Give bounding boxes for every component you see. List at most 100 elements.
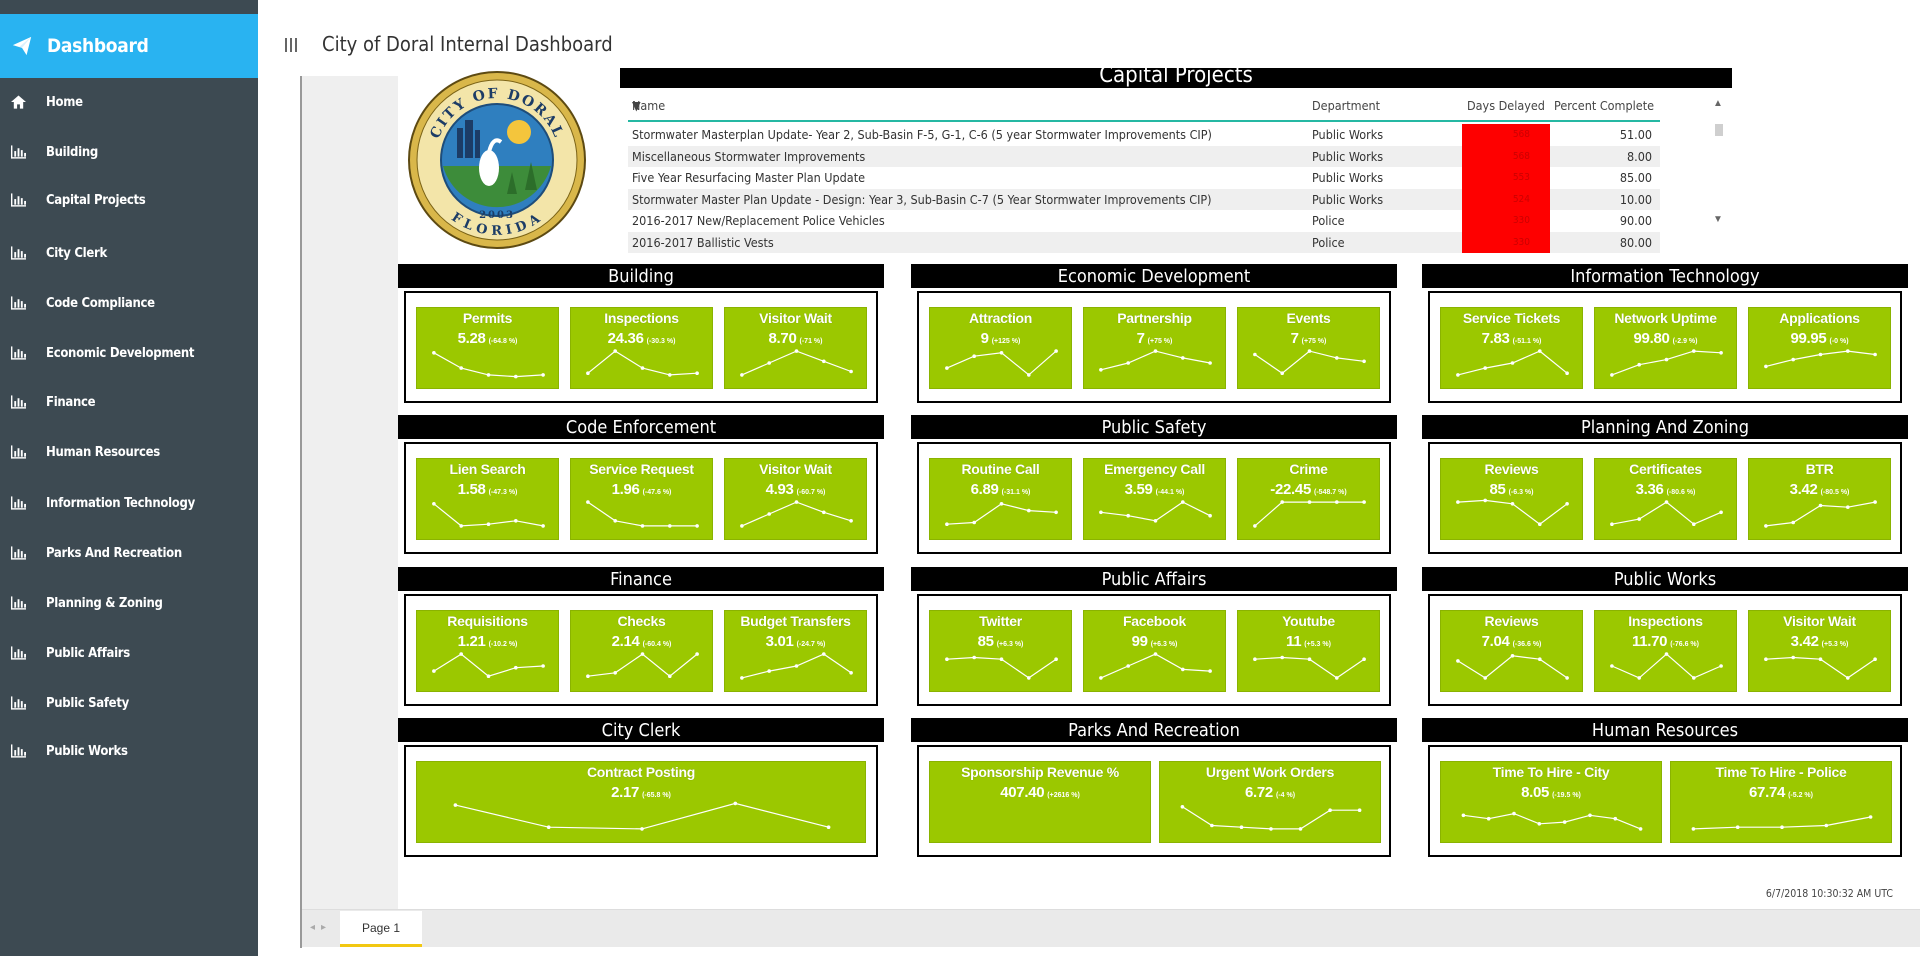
sidebar-item-economic-development[interactable]: Economic Development (0, 335, 258, 371)
panel-body: Routine Call 6.89 (-31.1 %) Emergency Call 3… (917, 442, 1391, 554)
sparkline-point (1637, 517, 1641, 521)
sparkline-line (1611, 350, 1722, 376)
sparkline-point (1610, 522, 1614, 526)
kpi-card-network-uptime[interactable]: Network Uptime 99.80 (-2.9 %) (1594, 307, 1737, 389)
sparkline-point (668, 674, 672, 678)
sparkline (1764, 655, 1877, 680)
kpi-card-btr[interactable]: BTR 3.42 (-80.5 %) (1748, 458, 1891, 540)
sparkline-line (433, 352, 544, 378)
kpi-label: Service Tickets (1462, 310, 1561, 326)
bar-chart-icon (11, 145, 26, 159)
cell-days-delayed: 568 (1462, 145, 1550, 167)
sidebar-item-public-works[interactable]: Public Works (0, 733, 258, 769)
column-header-days-delayed[interactable]: Days Delayed (1467, 98, 1545, 113)
kpi-card-inspections[interactable]: Inspections 24.36 (-30.3 %) (570, 307, 713, 389)
panel-body: Permits 5.28 (-64.8 %) Inspections 24.36 (-30… (404, 291, 878, 403)
sidebar-item-public-affairs[interactable]: Public Affairs (0, 635, 258, 671)
table-row[interactable]: Stormwater Masterplan Update- Year 2, Su… (628, 124, 1660, 146)
sparkline-point (695, 524, 699, 528)
kpi-card-budget-transfers[interactable]: Budget Transfers 3.01 (-24.7 %) (724, 610, 867, 692)
menu-toggle-icon[interactable] (283, 37, 299, 53)
page-nav-arrows-icon[interactable]: ◂▸ (310, 922, 332, 933)
kpi-card-crime[interactable]: Crime -22.45 (-548.7 %) (1237, 458, 1380, 540)
sidebar-item-finance[interactable]: Finance (0, 384, 258, 420)
kpi-card-inspections[interactable]: Inspections 11.70 (-76.6 %) (1594, 610, 1737, 692)
cell-department: Public Works (1312, 170, 1384, 185)
table-row[interactable]: Stormwater Master Plan Update - Design: … (628, 188, 1660, 210)
column-header-percent-complete[interactable]: Percent Complete (1554, 98, 1654, 113)
panel-body: Reviews 7.04 (-36.6 %) Inspections 11.70 (-76… (1428, 594, 1902, 706)
sparkline-line (1254, 501, 1365, 527)
kpi-card-reviews[interactable]: Reviews 85 (-6.3 %) (1440, 458, 1583, 540)
table-row[interactable]: 2016-2017 New/Replacement Police Vehicle… (628, 210, 1660, 232)
sparkline-point (945, 522, 949, 526)
kpi-card-visitor-wait[interactable]: Visitor Wait 8.70 (-71 %) (724, 307, 867, 389)
kpi-card-applications[interactable]: Applications 99.95 (-0 %) (1748, 307, 1891, 389)
sparkline-point (999, 351, 1004, 355)
sparkline-point (740, 524, 744, 528)
kpi-card-reviews[interactable]: Reviews 7.04 (-36.6 %) (1440, 610, 1583, 692)
kpi-card-facebook[interactable]: Facebook 99 (+6.3 %) (1083, 610, 1226, 692)
kpi-card-partnership[interactable]: Partnership 7 (+75 %) (1083, 307, 1226, 389)
sidebar-item-human-resources[interactable]: Human Resources (0, 434, 258, 470)
sidebar-item-label: Code Compliance (46, 295, 155, 311)
sparkline-point (640, 827, 644, 831)
kpi-card-time-to-hire-police[interactable]: Time To Hire - Police 67.74 (-5.2 %) (1670, 761, 1892, 843)
sidebar-item-building[interactable]: Building (0, 134, 258, 170)
bar-chart-icon (11, 646, 26, 660)
kpi-card-requisitions[interactable]: Requisitions 1.21 (-10.2 %) (416, 610, 559, 692)
sidebar-item-planning-zoning[interactable]: Planning & Zoning (0, 585, 258, 621)
kpi-card-routine-call[interactable]: Routine Call 6.89 (-31.1 %) (929, 458, 1072, 540)
panel-title: Building (398, 264, 884, 288)
sidebar-item-parks-and-recreation[interactable]: Parks And Recreation (0, 535, 258, 571)
sidebar-item-city-clerk[interactable]: City Clerk (0, 235, 258, 271)
sparkline-point (1613, 816, 1618, 821)
kpi-card-youtube[interactable]: Youtube 11 (+5.3 %) (1237, 610, 1380, 692)
sidebar-item-public-safety[interactable]: Public Safety (0, 685, 258, 721)
brand-bar[interactable]: Dashboard (0, 14, 258, 78)
column-header-department[interactable]: Department (1312, 98, 1380, 113)
kpi-card-certificates[interactable]: Certificates 3.36 (-80.6 %) (1594, 458, 1737, 540)
page-tab-1[interactable]: Page 1 (340, 911, 422, 947)
sidebar-item-code-compliance[interactable]: Code Compliance (0, 285, 258, 321)
scroll-down-icon[interactable]: ▼ (1713, 214, 1723, 225)
kpi-card-lien-search[interactable]: Lien Search 1.58 (-47.3 %) (416, 458, 559, 540)
kpi-card-events[interactable]: Events 7 (+75 %) (1237, 307, 1380, 389)
kpi-card-checks[interactable]: Checks 2.14 (-60.4 %) (570, 610, 713, 692)
panel-title: Planning And Zoning (1422, 415, 1908, 439)
panel-body: Time To Hire - City 8.05 (-19.5 %) Time To … (1428, 745, 1902, 857)
bar-chart-icon (11, 346, 26, 360)
kpi-label: Contract Posting (587, 764, 695, 780)
kpi-card-urgent-work-orders[interactable]: Urgent Work Orders 6.72 (-4 %) (1159, 761, 1381, 843)
sidebar-item-home[interactable]: Home (0, 84, 258, 120)
kpi-card-permits[interactable]: Permits 5.28 (-64.8 %) (416, 307, 559, 389)
kpi-card-twitter[interactable]: Twitter 85 (+6.3 %) (929, 610, 1072, 692)
kpi-card-time-to-hire-city[interactable]: Time To Hire - City 8.05 (-19.5 %) (1440, 761, 1662, 843)
sparkline-point (1846, 349, 1850, 353)
kpi-card-visitor-wait[interactable]: Visitor Wait 4.93 (-60.7 %) (724, 458, 867, 540)
bar-chart-icon (11, 193, 26, 207)
scroll-thumb[interactable] (1715, 124, 1723, 136)
table-scrollbar[interactable]: ▲ ▼ (1710, 96, 1726, 240)
sidebar-item-information-technology[interactable]: Information Technology (0, 485, 258, 521)
table-row[interactable]: 2016-2017 Ballistic Vests Police 330 80.00 (628, 231, 1660, 253)
sparkline-point (1664, 500, 1669, 504)
kpi-card-service-tickets[interactable]: Service Tickets 7.83 (-51.1 %) (1440, 307, 1583, 389)
table-row[interactable]: Miscellaneous Stormwater Improvements Pub… (628, 145, 1660, 167)
kpi-card-contract-posting[interactable]: Contract Posting 2.17 (-65.8 %) (416, 761, 866, 843)
sparkline-point (1210, 823, 1214, 828)
kpi-card-sponsorship-revenue[interactable]: Sponsorship Revenue % 407.40 (+2616 %) (929, 761, 1151, 843)
sparkline-point (1335, 356, 1339, 360)
kpi-card-emergency-call[interactable]: Emergency Call 3.59 (-44.1 %) (1083, 458, 1226, 540)
table-row[interactable]: Five Year Resurfacing Master Plan Update… (628, 167, 1660, 189)
kpi-card-visitor-wait[interactable]: Visitor Wait 3.42 (+5.3 %) (1748, 610, 1891, 692)
sparkline (1099, 500, 1212, 523)
sparkline (1610, 500, 1723, 526)
kpi-card-service-request[interactable]: Service Request 1.96 (-47.6 %) (570, 458, 713, 540)
scroll-up-icon[interactable]: ▲ (1713, 98, 1723, 109)
kpi-card-attraction[interactable]: Attraction 9 (+125 %) (929, 307, 1072, 389)
sidebar-item-capital-projects[interactable]: Capital Projects (0, 182, 258, 218)
sparkline (1099, 349, 1212, 372)
sparkline-line (1100, 350, 1211, 371)
sparkline-point (1456, 500, 1460, 504)
